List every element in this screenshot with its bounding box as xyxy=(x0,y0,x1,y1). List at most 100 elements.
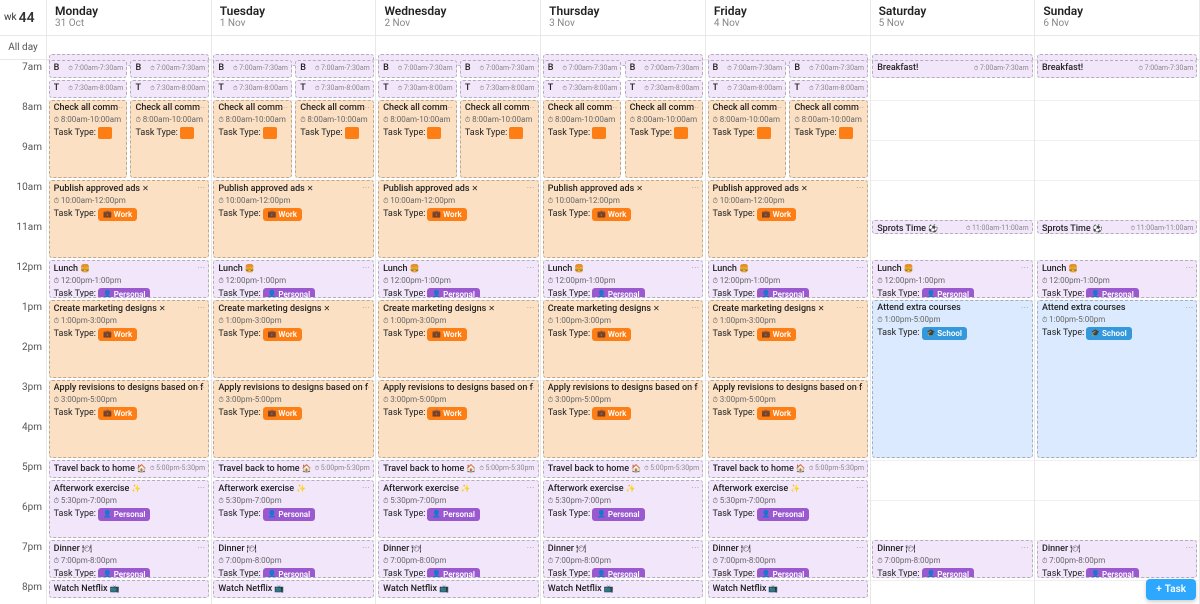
day-header[interactable]: Wednesday 2 Nov xyxy=(376,0,540,36)
event-t[interactable]: 7:30am-8:00amT xyxy=(213,80,292,98)
day-header[interactable]: Friday 4 Nov xyxy=(706,0,870,36)
event-apply-revisions[interactable]: ⋯Apply revisions to designs based on f3:… xyxy=(708,380,868,458)
event-check-comm[interactable]: ⋯Check all comm8:00am-10:00amTask Type: xyxy=(789,100,868,178)
event-publish[interactable]: ⋯Publish approved ads✕10:00am-12:00pmTas… xyxy=(378,180,538,258)
event-afterwork[interactable]: ⋯Afterwork exercise✨5:30pm-7:00pmTask Ty… xyxy=(708,480,868,538)
event-dinner[interactable]: ⋯Dinner🍽7:00pm-8:00pmTask Type:👤Personal xyxy=(49,540,209,578)
event-apply-revisions[interactable]: ⋯Apply revisions to designs based on f3:… xyxy=(543,380,703,458)
event-breakfast[interactable]: 7:00am-7:30amBreakfast! xyxy=(872,60,1032,78)
event-t[interactable]: 7:30am-8:00amT xyxy=(49,80,128,98)
event-sports-time[interactable]: 11:00am-11:00amSprots Time⚽ xyxy=(1037,220,1197,234)
event-create-marketing[interactable]: ⋯Create marketing designs✕1:00pm-3:00pmT… xyxy=(543,300,703,378)
new-task-button[interactable]: + Task xyxy=(1146,579,1196,600)
event-dinner[interactable]: ⋯Dinner🍽7:00pm-8:00pmTask Type:👤Personal xyxy=(378,540,538,578)
event-check-comm[interactable]: ⋯Check all comm8:00am-10:00amTask Type: xyxy=(460,100,539,178)
event-check-comm[interactable]: ⋯Check all comm8:00am-10:00amTask Type: xyxy=(543,100,622,178)
event-dinner[interactable]: ⋯Dinner🍽7:00pm-8:00pmTask Type:👤Personal xyxy=(543,540,703,578)
event-lunch[interactable]: ⋯Lunch🍔12:00pm-1:00pmTask Type:👤Personal xyxy=(708,260,868,298)
event-breakfast[interactable]: 7:00am-7:30amB xyxy=(378,60,457,78)
event-dinner[interactable]: ⋯Dinner🍽7:00pm-8:00pmTask Type:👤Personal xyxy=(708,540,868,578)
event-check-comm[interactable]: ⋯Check all comm8:00am-10:00amTask Type: xyxy=(378,100,457,178)
event-t[interactable]: 7:30am-8:00amT xyxy=(295,80,374,98)
event-sports-time[interactable]: 11:00am-11:00amSprots Time⚽ xyxy=(872,220,1032,234)
event-breakfast[interactable]: 7:00am-7:30amBreakfast! xyxy=(1037,60,1197,78)
event-netflix[interactable]: Watch Netflix📺 xyxy=(708,580,868,598)
event-publish[interactable]: ⋯Publish approved ads✕10:00am-12:00pmTas… xyxy=(543,180,703,258)
event-time: 7:00am-7:30am xyxy=(562,63,617,74)
event-apply-revisions[interactable]: ⋯Apply revisions to designs based on f3:… xyxy=(49,380,209,458)
event-travel-home[interactable]: 5:00pm-5:30pmTravel back to home🏠 xyxy=(378,460,538,478)
day-grid[interactable]: 7:00am-7:30amB7:00am-7:30amB7:30am-8:00a… xyxy=(541,60,705,604)
event-dinner[interactable]: ⋯Dinner🍽7:00pm-8:00pmTask Type:👤Personal xyxy=(213,540,373,578)
event-check-comm[interactable]: ⋯Check all comm8:00am-10:00amTask Type: xyxy=(708,100,787,178)
event-lunch[interactable]: ⋯Lunch🍔12:00pm-1:00pmTask Type:👤Personal xyxy=(872,260,1032,298)
event-t[interactable]: 7:30am-8:00amT xyxy=(130,80,209,98)
day-header[interactable]: Thursday 3 Nov xyxy=(541,0,705,36)
event-lunch[interactable]: ⋯Lunch🍔12:00pm-1:00pmTask Type:👤Personal xyxy=(49,260,209,298)
event-create-marketing[interactable]: ⋯Create marketing designs✕1:00pm-3:00pmT… xyxy=(378,300,538,378)
day-grid[interactable]: 7:00am-7:30amB7:00am-7:30amB7:30am-8:00a… xyxy=(376,60,540,604)
event-t[interactable]: 7:30am-8:00amT xyxy=(789,80,868,98)
event-lunch[interactable]: ⋯Lunch🍔12:00pm-1:00pmTask Type:👤Personal xyxy=(378,260,538,298)
event-afterwork[interactable]: ⋯Afterwork exercise✨5:30pm-7:00pmTask Ty… xyxy=(49,480,209,538)
day-grid[interactable]: 7:00am-7:30amB7:00am-7:30amB7:30am-8:00a… xyxy=(706,60,870,604)
event-breakfast[interactable]: 7:00am-7:30amB xyxy=(543,60,622,78)
day-header[interactable]: Saturday 5 Nov xyxy=(871,0,1035,36)
event-breakfast[interactable]: 7:00am-7:30amB xyxy=(789,60,868,78)
day-grid[interactable]: 7:00am-7:30amBreakfast! 11:00am-11:00amSp… xyxy=(1035,60,1199,604)
day-grid[interactable]: 7:00am-7:30amBreakfast! 11:00am-11:00amSp… xyxy=(871,60,1035,604)
event-lunch[interactable]: ⋯Lunch🍔12:00pm-1:00pmTask Type:👤Personal xyxy=(1037,260,1197,298)
event-t[interactable]: 7:30am-8:00amT xyxy=(378,80,457,98)
event-t[interactable]: 7:30am-8:00amT xyxy=(543,80,622,98)
event-time: 8:00am-10:00am xyxy=(300,114,369,126)
event-netflix[interactable]: Watch Netflix📺 xyxy=(378,580,538,598)
event-t[interactable]: 7:30am-8:00amT xyxy=(625,80,704,98)
event-attend-courses[interactable]: ⋯Attend extra courses1:00pm-5:00pmTask T… xyxy=(1037,300,1197,458)
close-icon: ✕ xyxy=(159,304,166,313)
event-breakfast[interactable]: 7:00am-7:30amB xyxy=(213,60,292,78)
event-create-marketing[interactable]: ⋯Create marketing designs✕1:00pm-3:00pmT… xyxy=(708,300,868,378)
event-check-comm[interactable]: ⋯Check all comm8:00am-10:00amTask Type: xyxy=(49,100,128,178)
event-lunch[interactable]: ⋯Lunch🍔12:00pm-1:00pmTask Type:👤Personal xyxy=(213,260,373,298)
event-netflix[interactable]: Watch Netflix📺 xyxy=(49,580,209,598)
event-netflix[interactable]: Watch Netflix📺 xyxy=(213,580,373,598)
event-apply-revisions[interactable]: ⋯Apply revisions to designs based on f3:… xyxy=(378,380,538,458)
event-attend-courses[interactable]: ⋯Attend extra courses1:00pm-5:00pmTask T… xyxy=(872,300,1032,458)
day-grid[interactable]: 7:00am-7:30amB7:00am-7:30amB7:30am-8:00a… xyxy=(212,60,376,604)
event-time: 7:00pm-8:00pm xyxy=(383,555,533,567)
event-breakfast[interactable]: 7:00am-7:30amB xyxy=(295,60,374,78)
event-breakfast[interactable]: 7:00am-7:30amB xyxy=(708,60,787,78)
event-breakfast[interactable]: 7:00am-7:30amB xyxy=(49,60,128,78)
event-publish[interactable]: ⋯Publish approved ads✕10:00am-12:00pmTas… xyxy=(213,180,373,258)
event-create-marketing[interactable]: ⋯Create marketing designs✕1:00pm-3:00pmT… xyxy=(213,300,373,378)
day-header[interactable]: Tuesday 1 Nov xyxy=(212,0,376,36)
event-netflix[interactable]: Watch Netflix📺 xyxy=(543,580,703,598)
event-check-comm[interactable]: ⋯Check all comm8:00am-10:00amTask Type: xyxy=(130,100,209,178)
event-t[interactable]: 7:30am-8:00amT xyxy=(460,80,539,98)
event-publish[interactable]: ⋯Publish approved ads✕10:00am-12:00pmTas… xyxy=(708,180,868,258)
event-apply-revisions[interactable]: ⋯Apply revisions to designs based on f3:… xyxy=(213,380,373,458)
event-travel-home[interactable]: 5:00pm-5:30pmTravel back to home🏠 xyxy=(213,460,373,478)
event-dinner[interactable]: ⋯Dinner🍽7:00pm-8:00pmTask Type:👤Personal xyxy=(1037,540,1197,578)
event-travel-home[interactable]: 5:00pm-5:30pmTravel back to home🏠 xyxy=(49,460,209,478)
event-dinner[interactable]: ⋯Dinner🍽7:00pm-8:00pmTask Type:👤Personal xyxy=(872,540,1032,578)
event-afterwork[interactable]: ⋯Afterwork exercise✨5:30pm-7:00pmTask Ty… xyxy=(543,480,703,538)
event-afterwork[interactable]: ⋯Afterwork exercise✨5:30pm-7:00pmTask Ty… xyxy=(378,480,538,538)
day-header[interactable]: Sunday 6 Nov xyxy=(1035,0,1199,36)
day-grid[interactable]: 7:00am-7:30amB7:00am-7:30amB7:30am-8:00a… xyxy=(47,60,211,604)
event-travel-home[interactable]: 5:00pm-5:30pmTravel back to home🏠 xyxy=(543,460,703,478)
event-t[interactable]: 7:30am-8:00amT xyxy=(708,80,787,98)
event-create-marketing[interactable]: ⋯Create marketing designs✕1:00pm-3:00pmT… xyxy=(49,300,209,378)
event-breakfast[interactable]: 7:00am-7:30amB xyxy=(625,60,704,78)
event-check-comm[interactable]: ⋯Check all comm8:00am-10:00amTask Type: xyxy=(625,100,704,178)
event-afterwork[interactable]: ⋯Afterwork exercise✨5:30pm-7:00pmTask Ty… xyxy=(213,480,373,538)
event-publish[interactable]: ⋯Publish approved ads✕10:00am-12:00pmTas… xyxy=(49,180,209,258)
task-type-row: Task Type:💼Work xyxy=(713,328,863,341)
event-breakfast[interactable]: 7:00am-7:30amB xyxy=(460,60,539,78)
event-breakfast[interactable]: 7:00am-7:30amB xyxy=(130,60,209,78)
day-header[interactable]: Monday 31 Oct xyxy=(47,0,211,36)
event-lunch[interactable]: ⋯Lunch🍔12:00pm-1:00pmTask Type:👤Personal xyxy=(543,260,703,298)
event-travel-home[interactable]: 5:00pm-5:30pmTravel back to home🏠 xyxy=(708,460,868,478)
event-check-comm[interactable]: ⋯Check all comm8:00am-10:00amTask Type: xyxy=(213,100,292,178)
event-check-comm[interactable]: ⋯Check all comm8:00am-10:00amTask Type: xyxy=(295,100,374,178)
